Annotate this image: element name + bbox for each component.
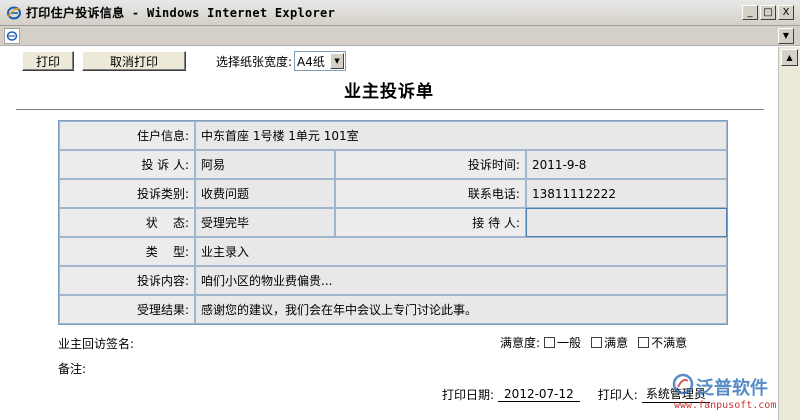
watermark: 泛普软件 www.fanpusoft.com	[668, 373, 778, 417]
scroll-up-icon[interactable]: ▲	[781, 49, 798, 66]
table-row: 住户信息: 中东首座 1号楼 1单元 101室	[59, 121, 727, 150]
table-row: 投诉内容: 咱们小区的物业费偏贵...	[59, 266, 727, 295]
vertical-scrollbar[interactable]: ▲	[778, 47, 800, 420]
print-button[interactable]: 打印	[22, 51, 74, 71]
maximize-button[interactable]: □	[760, 5, 776, 20]
table-row: 类 型: 业主录入	[59, 237, 727, 266]
checkbox[interactable]	[591, 337, 603, 348]
page-title: 业主投诉单	[344, 82, 434, 102]
minimize-button[interactable]: _	[742, 5, 758, 20]
satisfaction-option-unsatisfied[interactable]: 不满意	[638, 334, 687, 351]
phone-label: 联系电话:	[335, 179, 526, 208]
complaint-time-label: 投诉时间:	[335, 150, 526, 179]
print-date-label: 打印日期:	[442, 387, 495, 402]
address-bar: ▼	[0, 26, 800, 46]
option-label: 不满意	[651, 336, 688, 350]
internet-explorer-icon	[6, 5, 22, 21]
checkbox[interactable]	[638, 337, 650, 348]
table-row: 投诉类别: 收费问题 联系电话: 13811112222	[59, 179, 727, 208]
page-icon	[4, 27, 20, 44]
receiver-value[interactable]	[525, 208, 727, 237]
complainant-label: 投 诉 人:	[59, 150, 196, 179]
watermark-brand: 泛普软件	[696, 378, 768, 399]
chevron-down-icon[interactable]: ▼	[330, 53, 345, 69]
status-value: 受理完毕	[195, 208, 336, 237]
category-label: 投诉类别:	[59, 179, 196, 208]
content-label: 投诉内容:	[59, 266, 196, 295]
watermark-url: www.fanpusoft.com	[674, 400, 777, 411]
complaint-time-value: 2011-9-8	[525, 150, 727, 179]
option-label: 满意	[604, 336, 629, 350]
window-title: 打印住户投诉信息 - Windows Internet Explorer	[26, 6, 336, 20]
window-controls: _ □ X	[742, 5, 794, 20]
divider	[16, 109, 764, 110]
print-toolbar: 打印 取消打印 选择纸张宽度: A4纸 ▼	[22, 51, 347, 71]
paper-width-label: 选择纸张宽度:	[216, 54, 293, 69]
complaint-form-table: 住户信息: 中东首座 1号楼 1单元 101室 投 诉 人: 阿易 投诉时间: …	[58, 120, 728, 325]
satisfaction-group: 满意度: 一般 满意 不满意	[500, 334, 687, 351]
phone-value: 13811112222	[525, 179, 727, 208]
complainant-value: 阿易	[195, 150, 336, 179]
result-value: 感谢您的建议，我们会在年中会议上专门讨论此事。	[195, 295, 727, 324]
chevron-down-icon[interactable]: ▼	[778, 27, 794, 44]
content-value: 咱们小区的物业费偏贵...	[195, 266, 727, 295]
window-titlebar: 打印住户投诉信息 - Windows Internet Explorer _ □…	[0, 0, 800, 26]
paper-width-select[interactable]: A4纸 ▼	[294, 51, 347, 71]
resident-info-label: 住户信息:	[59, 121, 196, 150]
option-label: 一般	[557, 336, 582, 350]
satisfaction-option-satisfied[interactable]: 满意	[591, 334, 628, 351]
table-row: 投 诉 人: 阿易 投诉时间: 2011-9-8	[59, 150, 727, 179]
address-field[interactable]	[20, 28, 778, 44]
type-value: 业主录入	[195, 237, 727, 266]
result-label: 受理结果:	[59, 295, 196, 324]
owner-signature-label: 业主回访签名:	[58, 337, 135, 351]
fanpu-logo-icon	[672, 373, 694, 398]
paper-width-value: A4纸	[297, 54, 325, 69]
receiver-label: 接 待 人:	[335, 208, 526, 237]
cancel-print-button[interactable]: 取消打印	[82, 51, 186, 71]
satisfaction-label: 满意度:	[500, 336, 541, 350]
remark-label: 备注:	[58, 362, 87, 376]
resident-info-value: 中东首座 1号楼 1单元 101室	[195, 121, 727, 150]
table-row: 状 态: 受理完毕 接 待 人:	[59, 208, 727, 237]
close-button[interactable]: X	[778, 5, 794, 20]
checkbox[interactable]	[544, 337, 556, 348]
status-label: 状 态:	[59, 208, 196, 237]
printer-label: 打印人:	[597, 387, 638, 402]
table-row: 受理结果: 感谢您的建议，我们会在年中会议上专门讨论此事。	[59, 295, 727, 324]
satisfaction-option-average[interactable]: 一般	[544, 334, 581, 351]
page-content: 打印 取消打印 选择纸张宽度: A4纸 ▼ 业主投诉单 住户信息: 中东首座 1…	[0, 47, 778, 420]
print-date-value: 2012-07-12	[498, 387, 580, 402]
category-value: 收费问题	[195, 179, 336, 208]
type-label: 类 型:	[59, 237, 196, 266]
